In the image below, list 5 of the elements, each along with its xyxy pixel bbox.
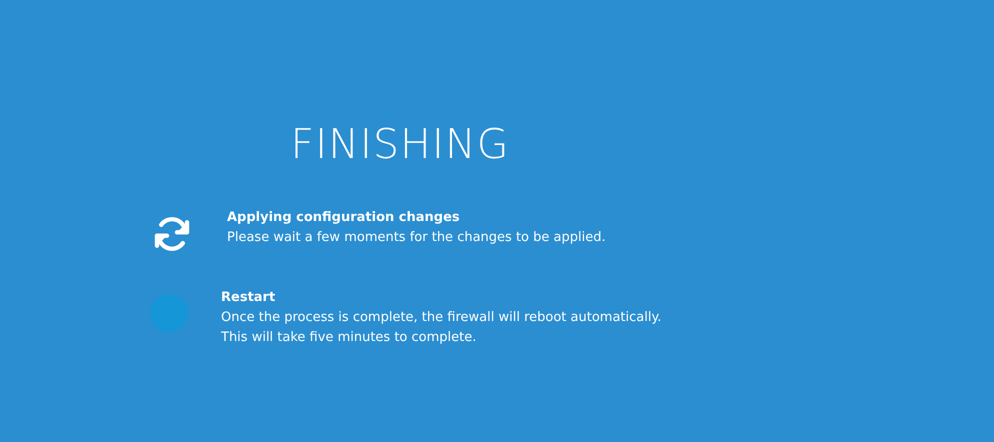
step-description: Once the process is complete, the firewall will reboot automatically. This will take five minutes to complete. [221, 309, 662, 347]
step-heading: Restart [221, 289, 276, 307]
page-title: FINISHING [289, 119, 511, 170]
step-heading: Applying configuration changes [227, 209, 461, 227]
step-description: Please wait a few moments for the changes to be applied. [227, 229, 607, 247]
